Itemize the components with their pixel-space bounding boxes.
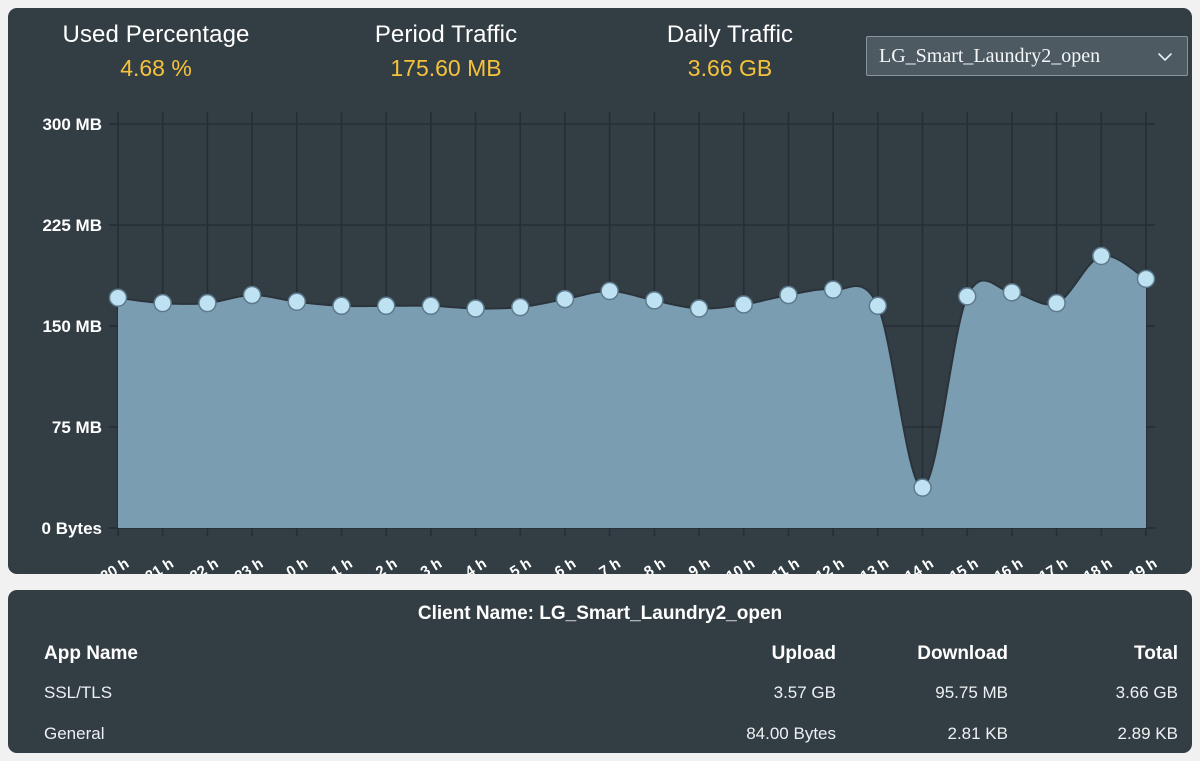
chart-data-point[interactable] [512,299,529,316]
column-header-app-name: App Name [44,643,138,665]
chart-data-point[interactable] [154,295,171,312]
column-header-total: Total [1018,643,1178,665]
x-axis-tick-label: 20 h [98,555,132,574]
stat-value: 3.66 GB [580,53,880,83]
chart-data-point[interactable] [1138,270,1155,287]
chart-data-point[interactable] [378,297,395,314]
chart-data-point[interactable] [646,292,663,309]
x-axis-tick-label: 9 h [686,555,713,574]
cell-upload: 3.57 GB [568,682,836,704]
x-axis-tick-label: 12 h [813,555,847,574]
stat-label: Used Percentage [6,20,306,50]
stat-label: Daily Traffic [580,20,880,50]
x-axis-tick-label: 6 h [552,555,579,574]
cell-app-name: SSL/TLS [44,682,112,704]
table-row[interactable]: General 84.00 Bytes 2.81 KB 2.89 KB [8,723,1192,745]
chart-data-point[interactable] [1003,284,1020,301]
column-header-upload: Upload [568,643,836,665]
y-axis-tick-label: 75 MB [52,418,102,437]
chart-data-point[interactable] [825,281,842,298]
x-axis-tick-label: 17 h [1036,555,1070,574]
cell-download: 2.81 KB [848,723,1008,745]
chart-data-point[interactable] [110,289,127,306]
cell-upload: 84.00 Bytes [568,723,836,745]
chart-data-point[interactable] [1093,247,1110,264]
stat-label: Period Traffic [296,20,596,50]
x-axis-tick-label: 19 h [1126,555,1160,574]
chart-data-point[interactable] [959,288,976,305]
traffic-chart-panel: Used Percentage 4.68 % Period Traffic 17… [8,8,1192,574]
chart-data-point[interactable] [288,293,305,310]
x-axis-tick-label: 5 h [507,555,534,574]
chevron-down-icon [1157,49,1173,65]
x-axis-tick-label: 1 h [328,555,355,574]
table-header-row: App Name Upload Download Total [8,643,1192,665]
x-axis-tick-label: 21 h [142,555,176,574]
chart-data-point[interactable] [333,297,350,314]
client-apps-panel: Client Name: LG_Smart_Laundry2_open App … [8,590,1192,753]
chart-svg: 300 MB225 MB150 MB75 MB0 Bytes 20 h21 h2… [8,96,1192,574]
y-axis-tick-label: 225 MB [42,216,102,235]
stat-value: 175.60 MB [296,53,596,83]
x-axis-tick-label: 7 h [596,555,623,574]
stat-used-percentage: Used Percentage 4.68 % [6,20,306,83]
stat-period-traffic: Period Traffic 175.60 MB [296,20,596,83]
x-axis-tick-label: 13 h [857,555,891,574]
chart-data-point[interactable] [199,295,216,312]
x-axis-tick-label: 23 h [232,555,266,574]
chart-data-point[interactable] [735,296,752,313]
x-axis-tick-label: 2 h [373,555,400,574]
chart-data-point[interactable] [691,300,708,317]
stat-value: 4.68 % [6,53,306,83]
y-axis-tick-label: 0 Bytes [42,519,102,538]
x-axis-tick-label: 8 h [641,555,668,574]
x-axis-tick-label: 11 h [769,555,803,574]
x-axis-tick-label: 14 h [902,555,936,574]
column-header-download: Download [848,643,1008,665]
client-select-dropdown[interactable]: LG_Smart_Laundry2_open [866,36,1188,76]
x-axis-tick-label: 16 h [992,555,1026,574]
chart-data-point[interactable] [780,287,797,304]
client-name-title: Client Name: LG_Smart_Laundry2_open [8,602,1192,626]
cell-total: 3.66 GB [1018,682,1178,704]
x-axis-tick-label: 4 h [462,555,489,574]
chart-data-point[interactable] [914,479,931,496]
chart-data-point[interactable] [422,297,439,314]
traffic-area-chart: 300 MB225 MB150 MB75 MB0 Bytes 20 h21 h2… [8,96,1192,574]
x-axis-tick-label: 22 h [187,555,221,574]
cell-app-name: General [44,723,104,745]
x-axis-tick-label: 10 h [723,555,757,574]
y-axis-tick-label: 300 MB [42,115,102,134]
x-axis-tick-label: 0 h [284,555,311,574]
chart-data-point[interactable] [467,300,484,317]
table-row[interactable]: SSL/TLS 3.57 GB 95.75 MB 3.66 GB [8,682,1192,704]
stat-daily-traffic: Daily Traffic 3.66 GB [580,20,880,83]
cell-total: 2.89 KB [1018,723,1178,745]
summary-stats: Used Percentage 4.68 % Period Traffic 17… [8,20,868,90]
y-axis-tick-label: 150 MB [42,317,102,336]
x-axis-tick-label: 3 h [418,555,445,574]
cell-download: 95.75 MB [848,682,1008,704]
chart-data-point[interactable] [244,287,261,304]
chart-data-point[interactable] [556,291,573,308]
client-select-value: LG_Smart_Laundry2_open [879,44,1100,68]
x-axis-tick-label: 15 h [947,555,981,574]
chart-data-point[interactable] [1048,295,1065,312]
chart-data-point[interactable] [601,282,618,299]
x-axis-tick-label: 18 h [1081,555,1115,574]
chart-data-point[interactable] [869,297,886,314]
chart-y-axis-labels: 300 MB 225 MB 150 MB 75 MB 0 Bytes [42,115,102,538]
chart-x-axis-labels: 20 h 21 h 22 h 23 h 0 h 1 h 2 h 3 h 4 h 5 h 6 h 7 h… [98,555,1160,574]
